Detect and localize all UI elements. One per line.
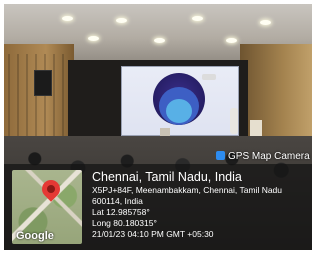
ceiling-light <box>192 16 203 21</box>
longitude: Long 80.180315° <box>92 218 157 228</box>
camera-icon <box>216 151 225 160</box>
address-line-1: X5PJ+84F, Meenambakkam, Chennai, Tamil N… <box>92 185 283 195</box>
ceiling-light <box>62 16 73 21</box>
ceiling-light <box>88 36 99 41</box>
presenter <box>230 108 238 134</box>
location-info: Chennai, Tamil Nadu, India X5PJ+84F, Mee… <box>92 169 310 240</box>
gps-app-label-text: GPS Map Camera <box>228 151 310 162</box>
city-line: Chennai, Tamil Nadu, India <box>92 170 242 184</box>
latitude: Lat 12.985758° <box>92 207 150 217</box>
slide-inner-circle <box>166 99 192 123</box>
auditorium-photo: GPS Map Camera Google Chennai, Tamil Nad… <box>4 4 312 250</box>
ceiling-light <box>116 18 127 23</box>
projector <box>202 74 216 80</box>
ceiling-light <box>154 38 165 43</box>
google-logo: Google <box>16 230 54 242</box>
projection-screen <box>121 66 239 136</box>
address-line-2: 600114, India <box>92 196 143 206</box>
ceiling-light <box>260 20 271 25</box>
loudspeaker <box>34 70 52 96</box>
timestamp: 21/01/23 04:10 PM GMT +05:30 <box>92 229 214 239</box>
map-thumbnail: Google <box>12 170 82 244</box>
ceiling-light <box>226 38 237 43</box>
gps-app-label: GPS Map Camera <box>216 151 310 162</box>
map-pin-icon <box>38 176 64 202</box>
